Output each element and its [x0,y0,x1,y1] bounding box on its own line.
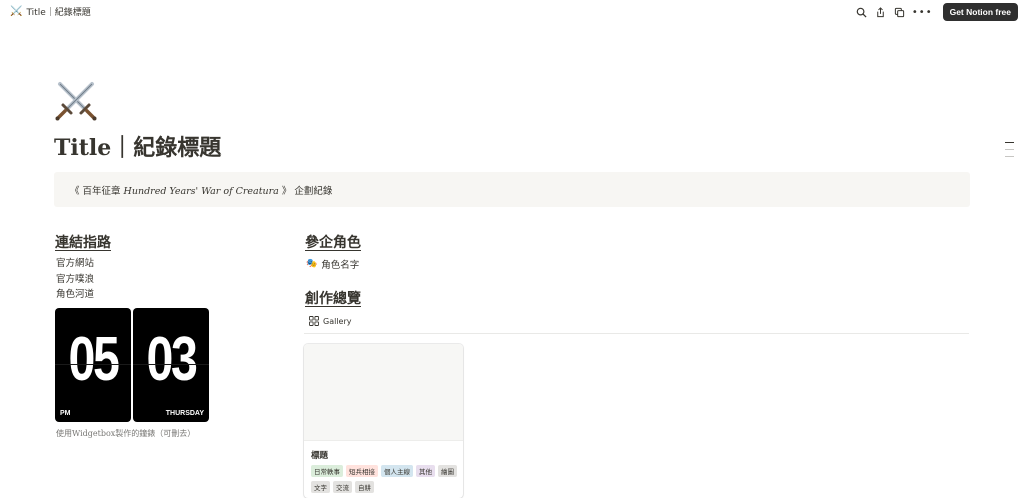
tag: 繪圖 [438,465,457,477]
tag: 交流 [333,481,352,493]
top-actions: ••• Get Notion free [855,3,1018,21]
gallery-card[interactable]: 標題 日常軼事 短兵相接 個人主線 其他 繪圖 文字 交流 自耕 [304,344,463,498]
page-title[interactable]: Title｜紀錄標題 [54,130,221,162]
clock-minute-card: 03 THURSDAY [133,308,209,422]
breadcrumb-title: Title｜紀錄標題 [26,8,91,18]
link-official-site[interactable]: 官方網站 [56,256,94,272]
breadcrumb[interactable]: ⚔️ Title｜紀錄標題 [10,5,91,18]
links-list: 官方網站 官方噗浪 角色河道 [56,256,94,303]
top-bar: ⚔️ Title｜紀錄標題 ••• Get Notion free [0,0,1024,24]
clock-weekday: THURSDAY [165,410,204,417]
gallery-grid-icon [309,316,319,326]
callout-suffix: 》 企劃紀錄 [278,186,333,197]
clock-period: PM [60,410,71,417]
tag: 日常軼事 [311,465,343,477]
character-page-link[interactable]: 🎭 角色名字 [306,257,359,271]
flip-clock-widget: 05 PM 03 THURSDAY [55,308,209,422]
works-heading: 創作總覽 [305,291,361,307]
card-title: 標題 [311,451,329,461]
clock-minute: 03 [146,325,197,394]
gallery-view-label: Gallery [323,316,352,326]
tag: 其他 [416,465,435,477]
performing-arts-icon: 🎭 [306,259,318,269]
view-divider [304,333,969,334]
tag: 短兵相接 [346,465,378,477]
duplicate-icon[interactable] [893,6,906,19]
tag: 個人主線 [381,465,413,477]
clock-hour-card: 05 PM [55,308,131,422]
more-options-icon[interactable]: ••• [912,7,933,18]
search-icon[interactable] [855,6,868,19]
share-icon[interactable] [874,6,887,19]
crossed-swords-icon[interactable] [54,80,98,124]
link-official-plurk[interactable]: 官方噗浪 [56,272,94,288]
character-name: 角色名字 [321,260,360,271]
card-cover [304,344,463,441]
callout-prefix: 《 百年征章 [70,186,124,197]
get-notion-free-button[interactable]: Get Notion free [942,3,1018,21]
gallery-view-tab[interactable]: Gallery [309,316,352,326]
callout-italic: Hundred Years' War of Creatura [123,186,279,197]
table-of-contents-indicator[interactable] [1005,142,1014,163]
clock-hour: 05 [68,325,119,394]
characters-heading: 參企角色 [305,235,361,251]
tag: 文字 [311,481,330,493]
link-character-river[interactable]: 角色河道 [56,287,94,303]
tag: 自耕 [355,481,374,493]
card-tags: 日常軼事 短兵相接 個人主線 其他 繪圖 文字 交流 自耕 [311,465,461,493]
clock-caption: 使用Widgetbox製作的鐘錶（可刪去） [56,429,196,438]
links-heading: 連結指路 [55,235,111,251]
callout-block: 《 百年征章 Hundred Years' War of Creatura 》 … [54,172,970,207]
breadcrumb-icon: ⚔️ [10,6,23,17]
